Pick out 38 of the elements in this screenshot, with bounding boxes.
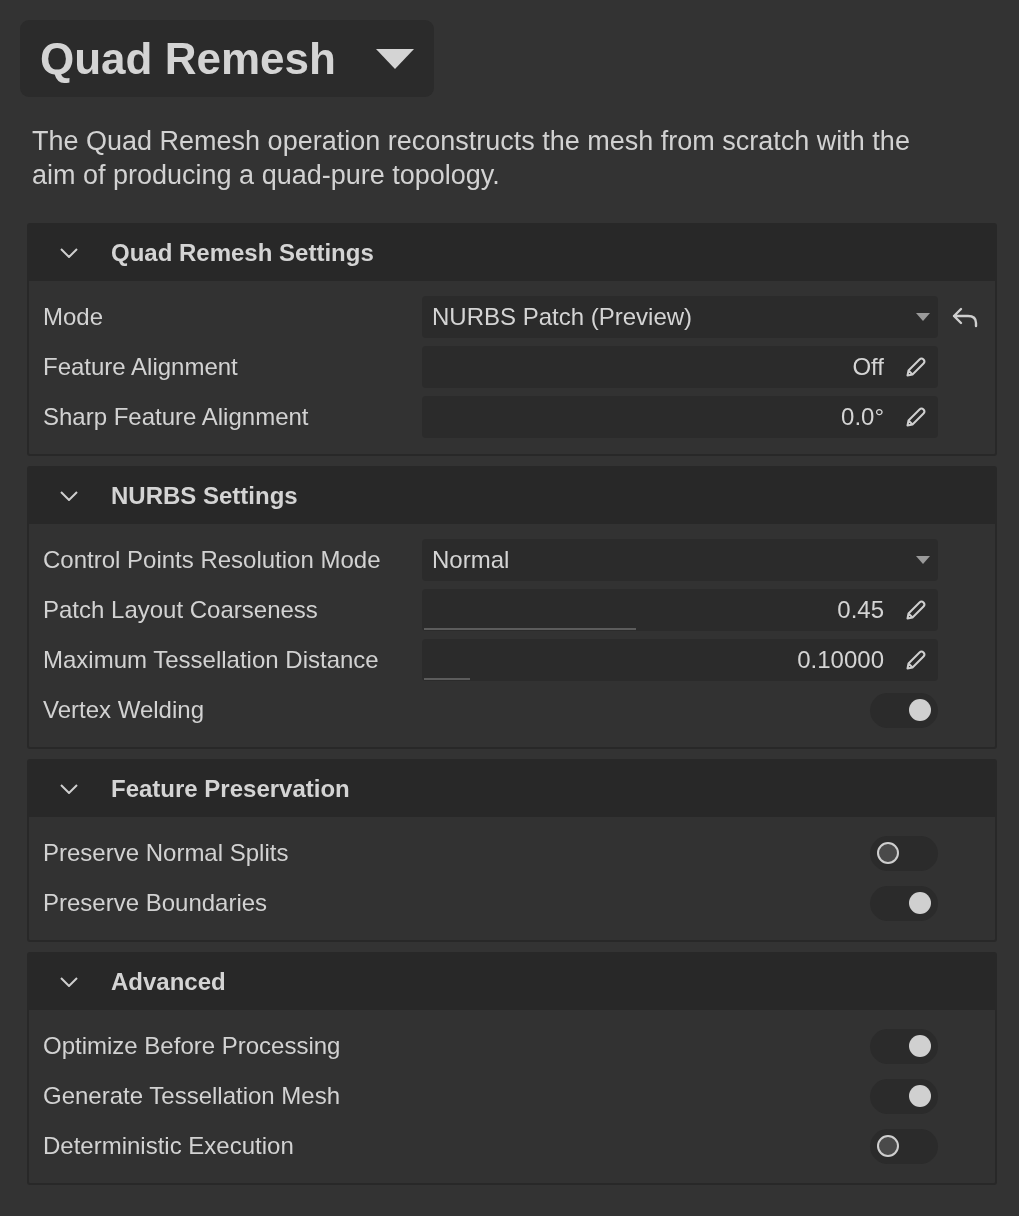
section-header[interactable]: Feature Preservation [29,761,995,817]
setting-label: Mode [43,303,105,331]
slider-field[interactable]: 0.45 [422,589,938,631]
setting-label: Control Points Resolution Mode [43,546,382,574]
toggle-switch[interactable] [870,885,938,921]
setting-label: Deterministic Execution [43,1132,295,1160]
caret-icon [916,556,930,564]
setting-label: Vertex Welding [43,696,205,724]
pencil-icon[interactable] [904,648,928,672]
pencil-icon[interactable] [904,405,928,429]
toggle-switch[interactable] [870,692,938,728]
pencil-icon[interactable] [904,598,928,622]
undo-arrow-icon[interactable] [951,305,979,329]
dropdown[interactable]: Normal [422,539,938,581]
slider-field[interactable]: 0.10000 [422,639,938,681]
toggle-switch[interactable] [870,835,938,871]
setting-label: Optimize Before Processing [43,1032,342,1060]
setting-label: Feature Alignment [43,353,239,381]
dropdown[interactable]: NURBS Patch (Preview) [422,296,938,338]
section-header[interactable]: Quad Remesh Settings [29,225,995,281]
section-header[interactable]: Advanced [29,954,995,1010]
value-field[interactable]: 0.0° [422,396,938,438]
toggle-switch[interactable] [870,1128,938,1164]
toggle-switch[interactable] [870,1028,938,1064]
setting-label: Sharp Feature Alignment [43,403,310,431]
title-dropdown[interactable]: Quad Remesh [20,20,434,97]
setting-label: Generate Tessellation Mesh [43,1082,342,1110]
caret-icon [375,48,414,69]
setting-label: Preserve Boundaries [43,889,269,917]
setting-label: Patch Layout Coarseness [43,596,319,624]
setting-label: Maximum Tessellation Distance [43,646,380,674]
pencil-icon[interactable] [904,355,928,379]
caret-icon [916,313,930,321]
description-text: The Quad Remesh operation reconstructs the mesh from scratch with the aim of producing a quad-pure topology. [32,125,911,192]
setting-label: Preserve Normal Splits [43,839,290,867]
section-header[interactable]: NURBS Settings [29,468,995,524]
toggle-switch[interactable] [870,1078,938,1114]
value-field[interactable]: Off [422,346,938,388]
